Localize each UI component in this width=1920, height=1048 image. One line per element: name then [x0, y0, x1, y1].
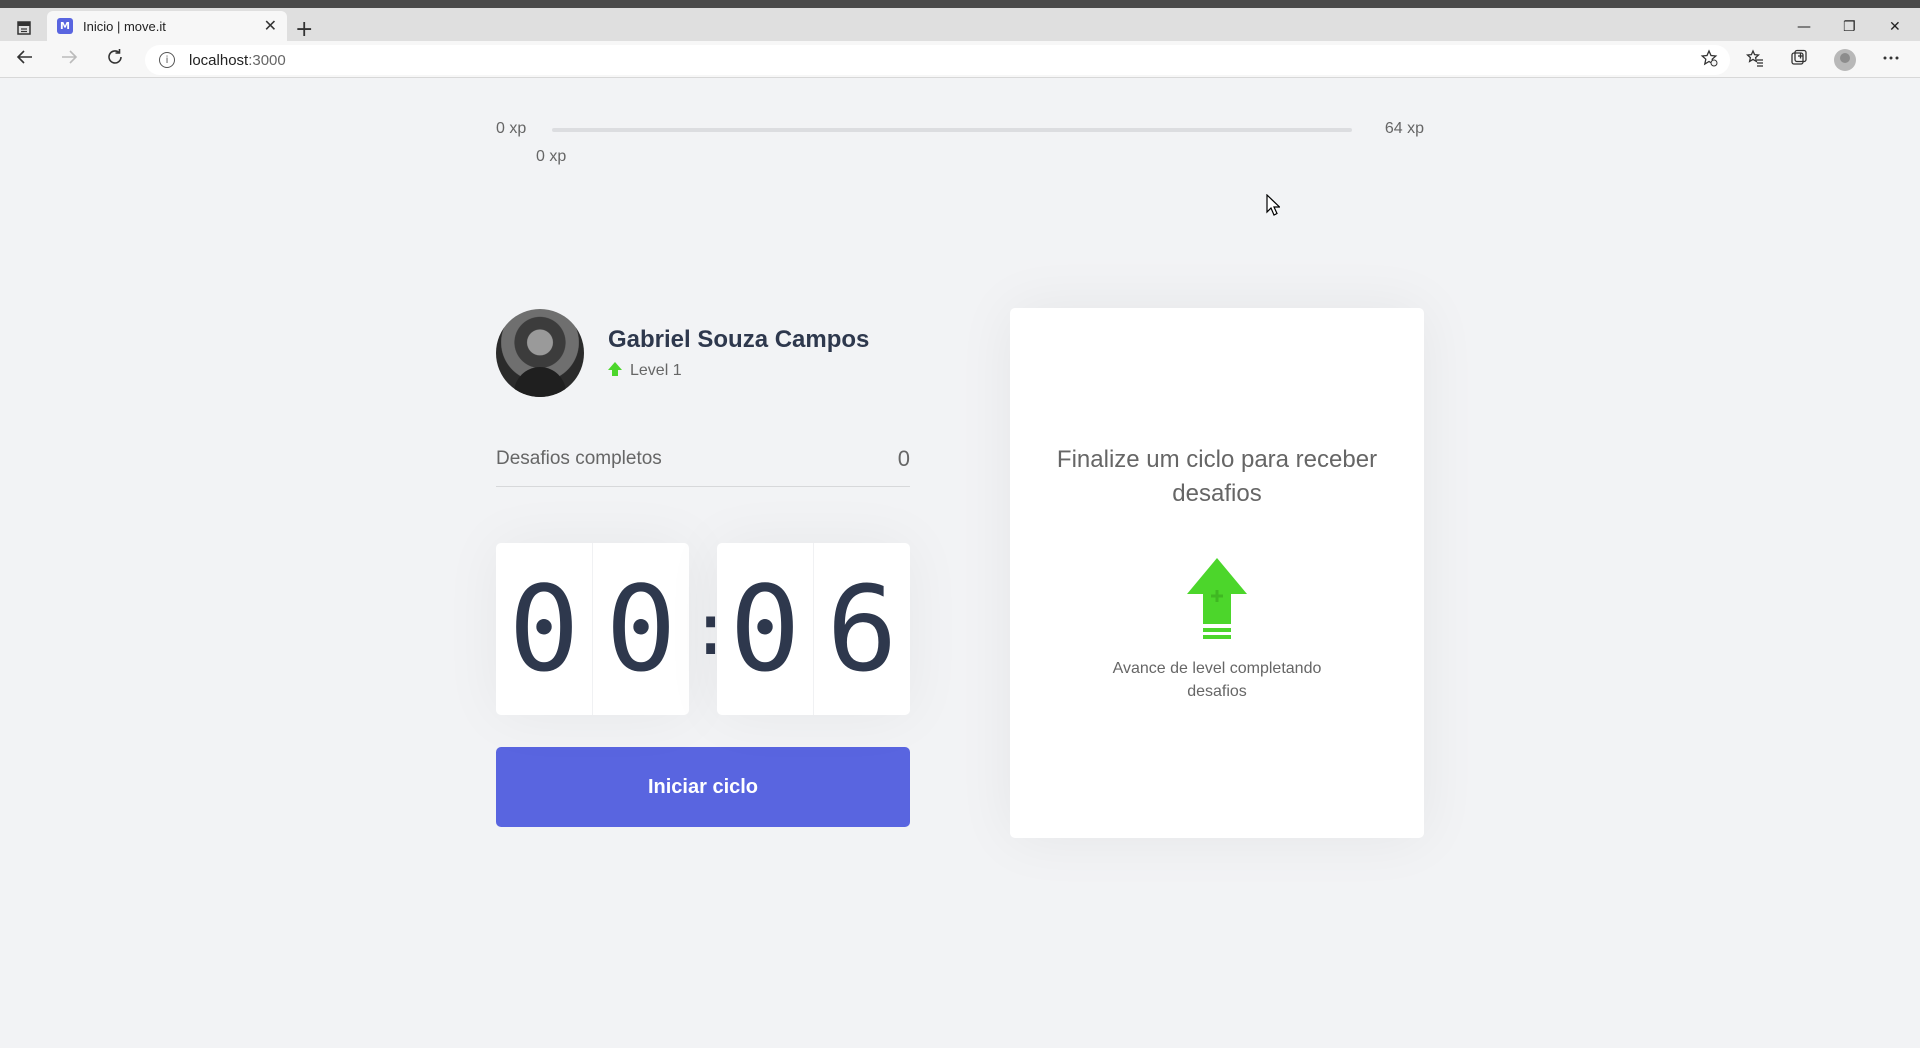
completed-challenges: Desafios completos 0: [496, 446, 910, 487]
completed-challenges-label: Desafios completos: [496, 448, 662, 469]
minute-digit-left: 0: [496, 543, 593, 715]
experience-bar: 0 xp 0 xp 64 xp: [496, 120, 1424, 170]
level-row: Level 1: [608, 362, 869, 380]
address-bar: i localhost:3000: [0, 41, 1920, 78]
second-digit-left: 0: [717, 543, 814, 715]
countdown-separator: :: [689, 587, 733, 671]
tab-actions-icon[interactable]: [10, 15, 38, 41]
xp-min-label: 0 xp: [496, 120, 527, 137]
more-icon[interactable]: [1882, 49, 1900, 72]
profile-name: Gabriel Souza Campos: [608, 326, 870, 353]
left-column: Gabriel Souza Campos Level 1 Desafios co…: [496, 308, 910, 827]
forward-icon[interactable]: [60, 48, 78, 71]
close-window-button[interactable]: ✕: [1889, 19, 1901, 35]
favorite-add-icon[interactable]: [1700, 49, 1718, 72]
level-up-icon: [1187, 558, 1247, 640]
browser-titlebar: M Inicio | move.it ✕ + — ❐ ✕: [0, 0, 1920, 42]
tab-close-icon[interactable]: ✕: [264, 16, 277, 36]
xp-max-label: 64 xp: [1384, 120, 1424, 137]
profile-icon[interactable]: [1834, 49, 1856, 71]
challenge-box: Finalize um ciclo para receber desafios …: [1010, 308, 1424, 838]
xp-current-label: 0 xp: [536, 148, 567, 165]
back-icon[interactable]: [16, 48, 34, 71]
favorites-icon[interactable]: [1745, 49, 1764, 72]
countdown-minutes: 0 0: [496, 543, 689, 715]
url-field[interactable]: i localhost:3000: [145, 45, 1730, 75]
countdown: 0 0 : 0 6: [496, 543, 910, 715]
challenge-box-hint: Avance de level completando desafios: [1112, 660, 1322, 700]
challenge-box-title: Finalize um ciclo para receber desafios: [1056, 446, 1378, 507]
restore-button[interactable]: ❐: [1843, 19, 1856, 35]
level-label: Level 1: [630, 362, 682, 379]
completed-challenges-count: 0: [897, 446, 910, 471]
url-host: localhost: [189, 51, 249, 69]
minimize-button[interactable]: —: [1797, 19, 1811, 35]
new-tab-button[interactable]: +: [295, 17, 313, 42]
countdown-seconds: 0 6: [717, 543, 910, 715]
start-cycle-button[interactable]: Iniciar ciclo: [496, 747, 910, 827]
info-icon[interactable]: i: [159, 52, 175, 68]
level-arrow-icon: [608, 362, 622, 376]
minute-digit-right: 0: [605, 560, 677, 698]
page: 0 xp 0 xp 64 xp Gabriel Souza Campos Lev…: [0, 78, 1920, 1048]
favicon-icon: M: [57, 18, 73, 34]
collections-icon[interactable]: [1790, 49, 1808, 72]
profile: Gabriel Souza Campos Level 1: [496, 308, 910, 398]
tab-title: Inicio | move.it: [83, 18, 166, 34]
xp-track: 0 xp: [536, 128, 1352, 165]
reload-icon[interactable]: [106, 48, 124, 71]
second-digit-right: 6: [826, 560, 898, 698]
profile-info: Gabriel Souza Campos Level 1: [608, 326, 869, 380]
browser-tab[interactable]: M Inicio | move.it ✕: [47, 11, 287, 41]
avatar: [496, 309, 584, 397]
url-text: localhost:3000: [189, 52, 286, 69]
cursor-icon: [1266, 194, 1280, 216]
url-port: :3000: [248, 51, 286, 69]
